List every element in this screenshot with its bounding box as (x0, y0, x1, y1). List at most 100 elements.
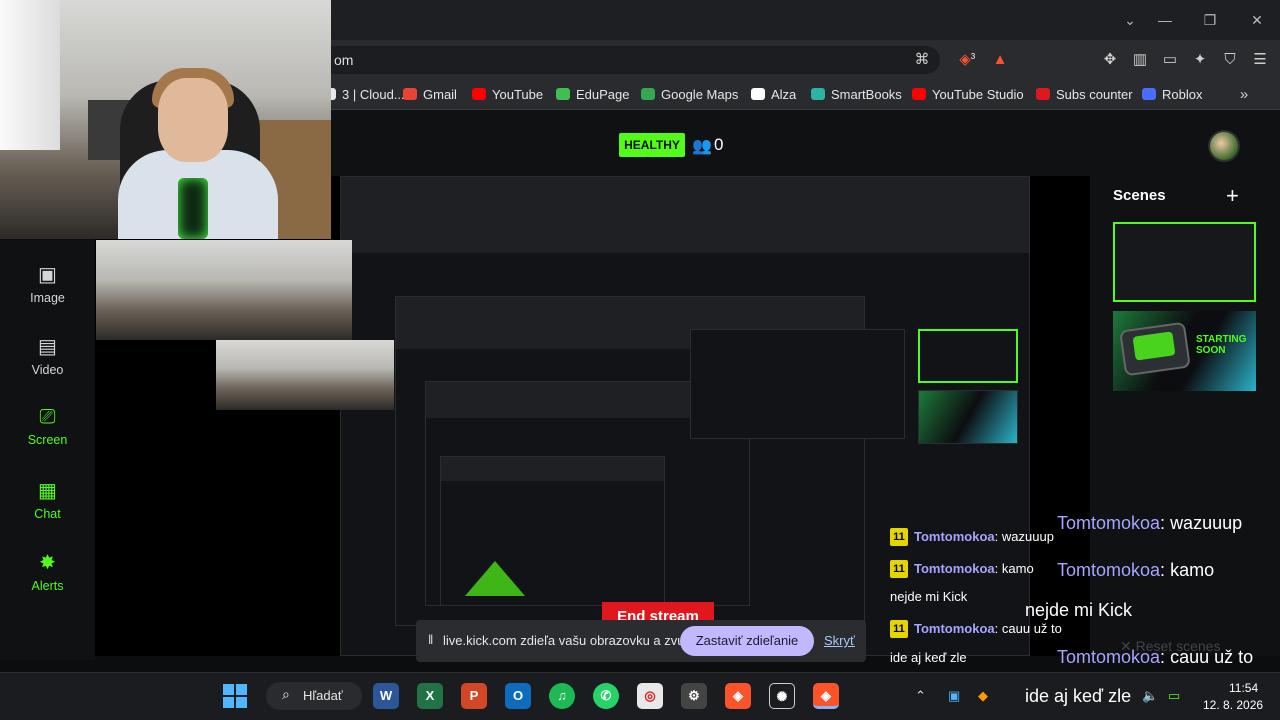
chat-icon: ▦ (38, 480, 57, 502)
start-button[interactable] (223, 684, 247, 708)
scene-thumb-active[interactable] (1113, 222, 1256, 302)
battery-icon[interactable]: ▭ (1168, 688, 1180, 704)
bookmark-label: YouTube Studio (932, 87, 1024, 102)
sidebar-item-chat[interactable]: ▦ Chat (0, 478, 95, 521)
url-bar[interactable] (300, 46, 940, 74)
sub-badge: 11 (890, 560, 908, 578)
bookmark-item[interactable]: Alza (751, 87, 796, 102)
person-head (158, 78, 228, 162)
vpn-shield-icon[interactable]: ⛉ (1220, 50, 1240, 70)
hide-notice-link[interactable]: Skryť (824, 633, 855, 648)
word-icon[interactable]: W (373, 683, 399, 709)
screen: ⌄ — ❐ ✕ om ⌘ ◈ 3 ▲ ✥ ▥ ▭ ✦ ⛉ ☰ 3 | Cloud… (0, 0, 1280, 720)
clock-date[interactable]: 12. 8. 2026 (1203, 698, 1263, 712)
leo-ai-icon[interactable]: ✦ (1190, 50, 1210, 70)
translate-icon[interactable]: ⌘ (912, 50, 932, 70)
alerts-icon: ✸ (39, 552, 56, 574)
bookmark-item[interactable]: YouTube Studio (912, 87, 1024, 102)
brave-icon[interactable]: ◈ (725, 683, 751, 709)
chat-separator: : (1160, 560, 1171, 580)
excel-icon[interactable]: X (417, 683, 443, 709)
chat-overlay-message: nejde mi Kick (1025, 600, 1133, 620)
bookmark-favicon-icon (1142, 88, 1156, 100)
extensions-icon[interactable]: ✥ (1100, 50, 1120, 70)
webcam-echo (96, 240, 352, 340)
brave-rewards-icon[interactable]: ▲ (990, 50, 1010, 70)
taskbar-search-label: Hľadať (303, 688, 343, 703)
bookmark-label: 3 | Cloud... (342, 87, 405, 102)
stream-health-badge: HEALTHY (619, 133, 685, 157)
microphone (178, 178, 208, 239)
bookmark-label: YouTube (492, 87, 544, 102)
chat-overlay-message: ide aj keď zle (1025, 686, 1132, 706)
tray-app-icon[interactable]: ◆ (978, 688, 988, 704)
bookmark-favicon-icon (811, 88, 825, 100)
url-text[interactable]: om (334, 52, 353, 68)
bookmark-item[interactable]: Google Maps (641, 87, 738, 102)
clock-time[interactable]: 11:54 (1229, 681, 1258, 695)
spotify-icon[interactable]: ♫ (549, 683, 575, 709)
sidebar-item-image[interactable]: ▣ Image (0, 262, 95, 305)
bookmark-item[interactable]: Subs counter (1036, 87, 1133, 102)
tray-app-icon[interactable]: ▣ (948, 688, 960, 704)
search-icon: ⌕ (282, 686, 290, 702)
share-notice-text: live.kick.com zdieľa vašu obrazovku a zv… (443, 633, 695, 648)
bookmark-item[interactable]: EduPage (556, 87, 630, 102)
chat-message: nejde mi Kick (890, 589, 968, 604)
reset-icon: ✕ (1120, 638, 1136, 654)
bookmark-label: Roblox (1162, 87, 1203, 102)
snipping-tool-icon[interactable]: ◎ (637, 683, 663, 709)
nested-scenes-thumb (918, 329, 1018, 383)
viewers-icon: 👥 (692, 138, 712, 155)
sub-badge: 11 (890, 528, 908, 546)
bookmark-label: Google Maps (661, 87, 739, 102)
viewer-count: 0 (714, 135, 724, 154)
screen-icon: ⎚ (39, 406, 56, 428)
bookmark-favicon-icon (556, 88, 570, 100)
bookmark-item[interactable]: YouTube (472, 87, 543, 102)
bookmark-favicon-icon (472, 88, 486, 100)
menu-icon[interactable]: ☰ (1250, 50, 1270, 70)
bookmark-label: Alza (771, 87, 797, 102)
sub-badge: 11 (890, 620, 908, 638)
bookmark-item[interactable]: SmartBooks (811, 87, 902, 102)
whatsapp-icon[interactable]: ✆ (593, 683, 619, 709)
bookmark-item[interactable]: 3 | Cloud... (322, 87, 405, 102)
pause-icon: ‖ (428, 632, 434, 647)
scenes-title: Scenes (1113, 187, 1166, 204)
bookmark-favicon-icon (912, 88, 926, 100)
tab-list-icon[interactable]: ⌄ (1120, 10, 1140, 30)
bookmark-favicon-icon (1036, 88, 1050, 100)
add-scene-button[interactable]: + (1226, 183, 1239, 209)
outlook-icon[interactable]: O (505, 683, 531, 709)
webcam-overlay (0, 0, 331, 239)
tray-expand-icon[interactable]: ⌃ (915, 688, 926, 704)
sidebar-item-label: Screen (27, 433, 68, 447)
chatgpt-icon[interactable]: ✺ (769, 683, 795, 709)
sidebar-item-screen[interactable]: ⎚ Screen (0, 406, 95, 447)
bookmark-favicon-icon (403, 88, 417, 100)
reset-scenes-button[interactable]: ✕ Reset scenes (1120, 638, 1220, 655)
chat-separator: : (994, 529, 1002, 544)
shields-count-badge: 3 (970, 52, 976, 61)
minimize-button[interactable]: — (1155, 10, 1175, 30)
bookmark-item[interactable]: Gmail (403, 87, 457, 102)
wallet-icon[interactable]: ▭ (1160, 50, 1180, 70)
sidebar-item-video[interactable]: ▤ Video (0, 334, 95, 377)
powerpoint-icon[interactable]: P (461, 683, 487, 709)
brave-active-icon[interactable]: ◈ (813, 683, 839, 709)
stop-sharing-button[interactable]: Zastaviť zdieľanie (680, 626, 814, 656)
sidebar-item-alerts[interactable]: ✸ Alerts (0, 550, 95, 593)
sidebar-toggle-icon[interactable]: ▥ (1130, 50, 1150, 70)
bookmark-item[interactable]: Roblox (1142, 87, 1202, 102)
chat-overlay-message: Tomtomokoa: wazuuup (1057, 513, 1243, 533)
bookmark-favicon-icon (641, 88, 655, 100)
settings-icon[interactable]: ⚙ (681, 683, 707, 709)
close-window-button[interactable]: ✕ (1247, 10, 1267, 30)
restore-button[interactable]: ❐ (1200, 10, 1220, 30)
sidebar-item-label: Video (31, 363, 64, 377)
volume-icon[interactable]: 🔈 (1142, 688, 1158, 704)
user-avatar[interactable] (1208, 130, 1240, 162)
more-bookmarks-icon[interactable]: » (1234, 85, 1254, 105)
bookmark-label: SmartBooks (831, 87, 902, 102)
